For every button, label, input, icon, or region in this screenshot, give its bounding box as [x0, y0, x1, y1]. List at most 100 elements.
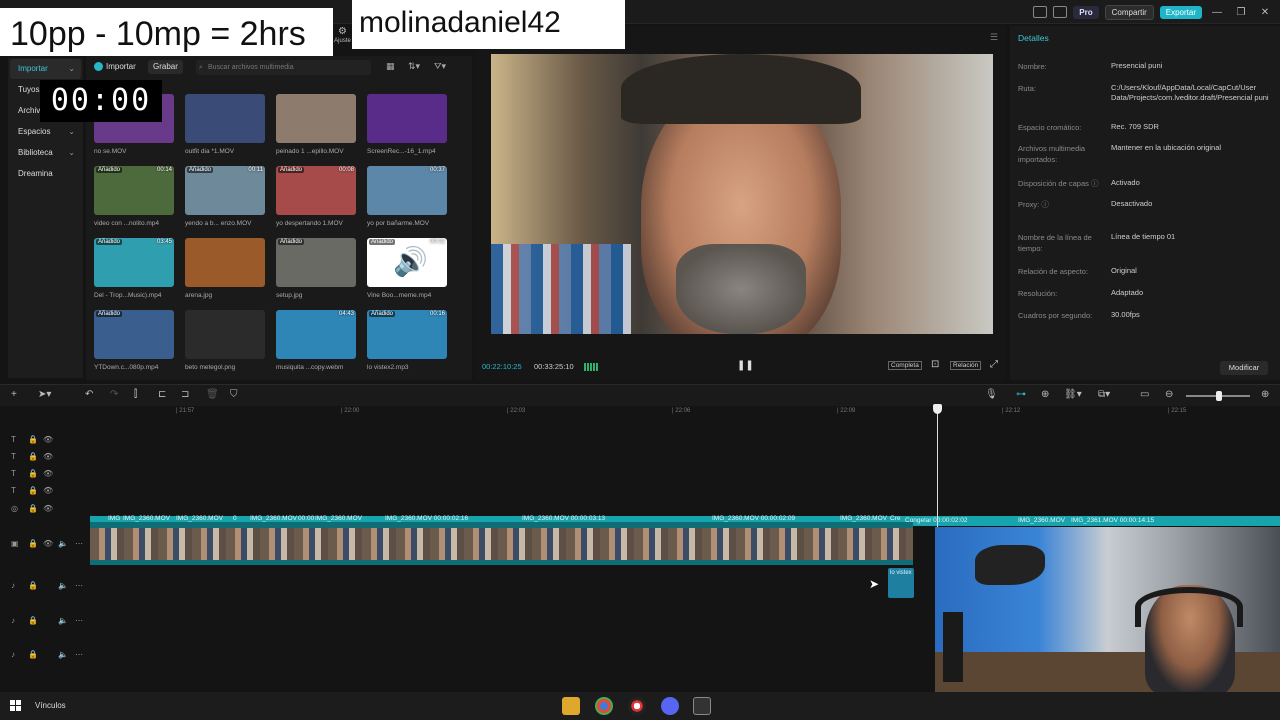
media-thumbnail[interactable]: Añadido 00:11 — [185, 166, 265, 215]
media-item[interactable]: Añadido YTDown.c...080p.mp4 — [94, 310, 174, 371]
lock-icon[interactable]: 🔒 — [28, 504, 38, 513]
media-thumbnail[interactable] — [185, 94, 265, 143]
media-item[interactable]: 04:43 musiquita ...copy.webm — [276, 310, 356, 371]
media-search-input[interactable]: ⌕ Buscar archivos multimedia — [196, 60, 371, 75]
media-item[interactable]: ScreenRec...-16_1.mp4 — [367, 94, 447, 155]
sidebar-item-espacios[interactable]: Espacios ⌄ — [10, 122, 81, 142]
record-button[interactable]: Grabar — [148, 60, 183, 74]
media-thumbnail[interactable]: Añadido — [276, 238, 356, 287]
obs-icon[interactable] — [628, 697, 646, 715]
undo-icon[interactable]: ↶ — [85, 389, 93, 401]
speaker-icon[interactable]: 🔈 — [58, 581, 68, 590]
shield-icon[interactable]: ⛉ — [230, 389, 238, 401]
microphone-icon[interactable]: 🎙 — [985, 389, 998, 401]
share-button[interactable]: Compartir — [1104, 4, 1154, 20]
preview-video[interactable] — [491, 54, 993, 334]
speaker-icon[interactable]: 🔈 — [58, 616, 68, 625]
chain-icon[interactable]: ⛓▾ — [1064, 389, 1082, 401]
eye-icon[interactable]: 👁 — [43, 504, 53, 513]
media-thumbnail[interactable] — [185, 310, 265, 359]
minimize-icon[interactable]: — — [1208, 7, 1226, 18]
more-icon[interactable]: ⋯ — [75, 539, 83, 548]
speaker-icon[interactable]: 🔈 — [58, 539, 68, 548]
waveform-icon[interactable] — [584, 363, 598, 371]
pause-icon[interactable]: ❚❚ — [737, 360, 754, 371]
trash-icon[interactable]: 🗑 — [206, 389, 219, 401]
more-icon[interactable]: ⋯ — [75, 650, 83, 659]
delete-right-icon[interactable]: ⊐ — [181, 389, 189, 401]
sort-icon[interactable]: ⇅▾ — [408, 61, 422, 71]
lock-icon[interactable]: 🔒 — [28, 452, 38, 461]
delete-left-icon[interactable]: ⊏ — [158, 389, 166, 401]
add-icon[interactable]: + — [11, 389, 17, 401]
lock-icon[interactable]: 🔒 — [28, 581, 38, 590]
modify-button[interactable]: Modificar — [1220, 361, 1268, 375]
snap-icon[interactable]: ⊶ — [1016, 389, 1026, 401]
restore-icon[interactable]: ❐ — [1232, 7, 1250, 18]
zoom-in-icon[interactable]: ⊕ — [1261, 389, 1269, 401]
export-button[interactable]: Exportar — [1159, 5, 1202, 19]
fullscreen-icon[interactable]: ⤢ — [990, 359, 998, 370]
time-ruler[interactable]: | 21:57 | 22:00 | 22:03 | 22:06 | 22:09 | 22:… — [88, 406, 1280, 418]
close-icon[interactable]: ✕ — [1256, 7, 1274, 18]
sidebar-item-importar[interactable]: Importar ⌄ — [10, 59, 81, 79]
media-item[interactable]: Añadido 00:02 🔊 Vine Boo...meme.mp4 — [367, 238, 447, 299]
shortcut-icon[interactable] — [1053, 6, 1068, 18]
media-thumbnail[interactable]: 04:43 — [276, 310, 356, 359]
freeze-clips[interactable]: Congelar 00:00:02:02 IMG_2360.MOV IMG_2361… — [905, 516, 1280, 526]
import-button[interactable]: Importar — [94, 60, 136, 74]
media-thumbnail[interactable] — [276, 94, 356, 143]
lock-icon[interactable]: 🔒 — [28, 650, 38, 659]
eye-icon[interactable]: 👁 — [43, 469, 53, 478]
more-icon[interactable]: ⋯ — [75, 581, 83, 590]
media-thumbnail[interactable] — [185, 238, 265, 287]
grid-view-icon[interactable]: ▦ — [386, 61, 400, 71]
preview-axis-icon[interactable]: ⧉▾ — [1098, 389, 1110, 401]
media-item[interactable]: Añadido 00:14 video con ...nolito.mp4 — [94, 166, 174, 227]
menu-icon[interactable]: ☰ — [990, 32, 998, 43]
media-thumbnail[interactable] — [367, 94, 447, 143]
media-thumbnail[interactable]: Añadido 00:08 — [276, 166, 356, 215]
zoom-out-icon[interactable]: ⊖ — [1165, 389, 1173, 401]
speaker-icon[interactable]: 🔈 — [58, 650, 68, 659]
sidebar-item-biblioteca[interactable]: Biblioteca ⌄ — [10, 143, 81, 163]
sidebar-item-dreamina[interactable]: Dreamina — [10, 164, 81, 184]
media-item[interactable]: outfit dia *1.MOV — [185, 94, 265, 155]
aspect-ratio-button[interactable]: Relación — [950, 361, 982, 370]
media-thumbnail[interactable]: Añadido 03:45 — [94, 238, 174, 287]
taskbar-links-label[interactable]: Vínculos — [35, 701, 66, 710]
media-item[interactable]: Añadido 00:16 lo vistex2.mp3 — [367, 310, 447, 371]
screenshot-icon[interactable]: ⊡ — [931, 359, 939, 370]
capcut-icon[interactable] — [693, 697, 711, 715]
link-icon[interactable]: ⊕ — [1041, 389, 1049, 401]
media-thumbnail[interactable]: 00:37 — [367, 166, 447, 215]
eye-icon[interactable]: 👁 — [43, 486, 53, 495]
captions-icon[interactable]: ▭ — [1140, 389, 1149, 401]
select-tool-icon[interactable]: ➤▾ — [38, 389, 51, 401]
media-item[interactable]: peinado 1 ...epillo.MOV — [276, 94, 356, 155]
media-thumbnail[interactable]: Añadido 00:16 — [367, 310, 447, 359]
lock-icon[interactable]: 🔒 — [28, 486, 38, 495]
file-explorer-icon[interactable] — [562, 697, 580, 715]
eye-icon[interactable]: 👁 — [43, 435, 53, 444]
zoom-slider-knob[interactable] — [1216, 391, 1222, 401]
media-item[interactable]: 00:37 yo por bañarme.MOV — [367, 166, 447, 227]
lock-icon[interactable]: 🔒 — [28, 469, 38, 478]
adjust-tab[interactable]: ⚙ Ajuste — [333, 26, 352, 50]
media-thumbnail[interactable]: Añadido — [94, 310, 174, 359]
pro-button[interactable]: Pro — [1073, 5, 1099, 19]
redo-icon[interactable]: ↷ — [110, 389, 118, 401]
media-item[interactable]: Añadido setup.jpg — [276, 238, 356, 299]
more-icon[interactable]: ⋯ — [75, 616, 83, 625]
filter-icon[interactable]: ⛛▾ — [434, 61, 448, 71]
media-thumbnail[interactable]: Añadido 00:14 — [94, 166, 174, 215]
windows-start-icon[interactable] — [10, 700, 21, 711]
eye-icon[interactable]: 👁 — [43, 539, 53, 548]
lock-icon[interactable]: 🔒 — [28, 616, 38, 625]
main-video-clips[interactable]: IMG IMG_2360.MOV IMG_2360.MOV 0 IMG_2360.MOV… — [90, 515, 913, 565]
chrome-icon[interactable] — [595, 697, 613, 715]
media-item[interactable]: Añadido 00:11 yendo a b... enzo.MOV — [185, 166, 265, 227]
eye-icon[interactable]: 👁 — [43, 452, 53, 461]
lock-icon[interactable]: 🔒 — [28, 539, 38, 548]
discord-icon[interactable] — [661, 697, 679, 715]
